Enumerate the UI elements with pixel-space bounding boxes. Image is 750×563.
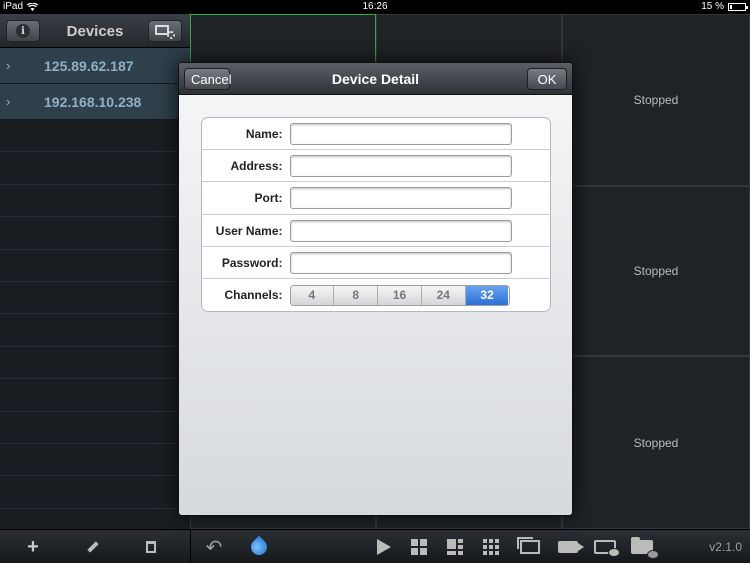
form-row-address: Address: xyxy=(201,150,550,183)
empty-list-row xyxy=(0,120,190,153)
grid-6-icon xyxy=(447,539,463,555)
battery-percent: 15 % xyxy=(701,1,724,12)
back-button[interactable]: ↶ xyxy=(203,537,225,559)
video-status: Stopped xyxy=(633,93,679,107)
video-status: Stopped xyxy=(633,264,679,278)
dialog-body: Name: Address: Port: User Name: Password… xyxy=(179,95,572,515)
video-status: Stopped xyxy=(633,435,679,450)
channel-option-8[interactable]: 8 xyxy=(334,285,379,305)
trash-icon xyxy=(146,541,156,553)
ok-button[interactable]: OK xyxy=(527,68,567,90)
device-ip: 192.168.10.238 xyxy=(44,94,142,110)
port-field[interactable] xyxy=(289,187,512,210)
grid-4-icon xyxy=(411,539,427,555)
empty-list-row xyxy=(0,282,190,315)
device-detail-dialog: Cancel Device Detail OK Name: Address: P… xyxy=(178,62,573,516)
address-label: Address: xyxy=(230,159,283,174)
color-adjust-button[interactable] xyxy=(247,535,271,559)
pencil-icon xyxy=(87,541,99,553)
toolbar-divider xyxy=(190,530,191,563)
plus-icon: + xyxy=(27,536,39,558)
clock: 16:26 xyxy=(362,1,388,12)
device-form: Name: Address: Port: User Name: Password… xyxy=(200,117,551,313)
channels-label: Channels: xyxy=(224,287,283,302)
sidebar-header: i Devices xyxy=(0,14,190,48)
empty-list-row xyxy=(0,217,190,250)
live-view-button[interactable] xyxy=(591,538,620,557)
layout-4-button[interactable] xyxy=(410,538,428,556)
folder-eye-icon xyxy=(631,537,659,559)
username-label: User Name: xyxy=(215,223,283,238)
monitor-eye-icon xyxy=(594,540,620,557)
channel-option-4[interactable]: 4 xyxy=(290,285,335,305)
username-field[interactable] xyxy=(289,219,512,242)
device-settings-button[interactable] xyxy=(148,20,182,42)
form-row-username: User Name: xyxy=(201,215,550,247)
port-label: Port: xyxy=(254,191,283,206)
chevron-right-icon: › xyxy=(6,94,11,109)
back-arrow-icon: ↶ xyxy=(205,536,223,559)
form-row-port: Port: xyxy=(201,182,550,215)
monitor-settings-icon xyxy=(155,25,175,39)
channel-option-16[interactable]: 16 xyxy=(378,285,422,305)
battery-icon xyxy=(728,2,748,11)
address-field[interactable] xyxy=(289,155,512,178)
video-camera-icon xyxy=(558,541,584,553)
single-view-button[interactable] xyxy=(517,537,542,556)
grid-9-icon xyxy=(483,539,499,555)
form-row-name: Name: xyxy=(201,118,550,151)
chevron-right-icon: › xyxy=(6,58,11,73)
form-row-password: Password: xyxy=(201,247,550,279)
dialog-nav-bar: Cancel Device Detail OK xyxy=(179,63,572,95)
device-sidebar: i Devices › 125.89.62.187 › 192.168.10.2… xyxy=(0,14,190,529)
layout-9-button[interactable] xyxy=(482,538,500,556)
channels-segmented-control: 4 8 16 24 32 xyxy=(289,284,510,306)
empty-list-row xyxy=(0,379,190,412)
empty-list-row xyxy=(0,152,190,185)
single-view-icon xyxy=(517,537,540,554)
water-drop-icon xyxy=(247,535,271,559)
video-cell[interactable]: Stopped xyxy=(562,14,750,186)
empty-list-row xyxy=(0,347,190,380)
device-ip: 125.89.62.187 xyxy=(44,58,134,74)
password-field[interactable] xyxy=(289,251,512,274)
form-row-channels: Channels: 4 8 16 24 32 xyxy=(202,279,550,311)
app-version: v2.1.0 xyxy=(709,540,742,554)
empty-list-row xyxy=(0,444,190,477)
empty-list-row xyxy=(0,314,190,347)
bottom-toolbar: + ↶ v2.1.0 xyxy=(0,529,750,563)
empty-list-row xyxy=(0,412,190,444)
channel-option-24[interactable]: 24 xyxy=(421,285,466,305)
empty-list-row xyxy=(0,476,190,509)
empty-list-row xyxy=(0,250,190,282)
play-icon xyxy=(377,539,391,555)
video-cell[interactable]: Stopped xyxy=(562,356,750,529)
add-device-button[interactable]: + xyxy=(24,536,42,558)
dialog-title: Device Detail xyxy=(331,71,420,87)
video-cell[interactable]: Stopped xyxy=(562,186,750,356)
name-field[interactable] xyxy=(289,123,512,145)
record-button[interactable] xyxy=(555,538,584,556)
device-list-item[interactable]: › 192.168.10.238 xyxy=(0,84,190,120)
name-label: Name: xyxy=(245,127,283,141)
status-bar: iPad 16:26 15 % xyxy=(0,0,750,14)
password-label: Password: xyxy=(221,255,283,270)
playback-files-button[interactable] xyxy=(628,537,659,559)
play-button[interactable] xyxy=(376,538,392,556)
layout-6-button[interactable] xyxy=(446,538,464,556)
delete-device-button[interactable] xyxy=(142,538,160,556)
channel-option-32[interactable]: 32 xyxy=(465,285,509,305)
device-list-item[interactable]: › 125.89.62.187 xyxy=(0,48,190,84)
edit-device-button[interactable] xyxy=(84,538,102,556)
empty-list-row xyxy=(0,185,190,218)
